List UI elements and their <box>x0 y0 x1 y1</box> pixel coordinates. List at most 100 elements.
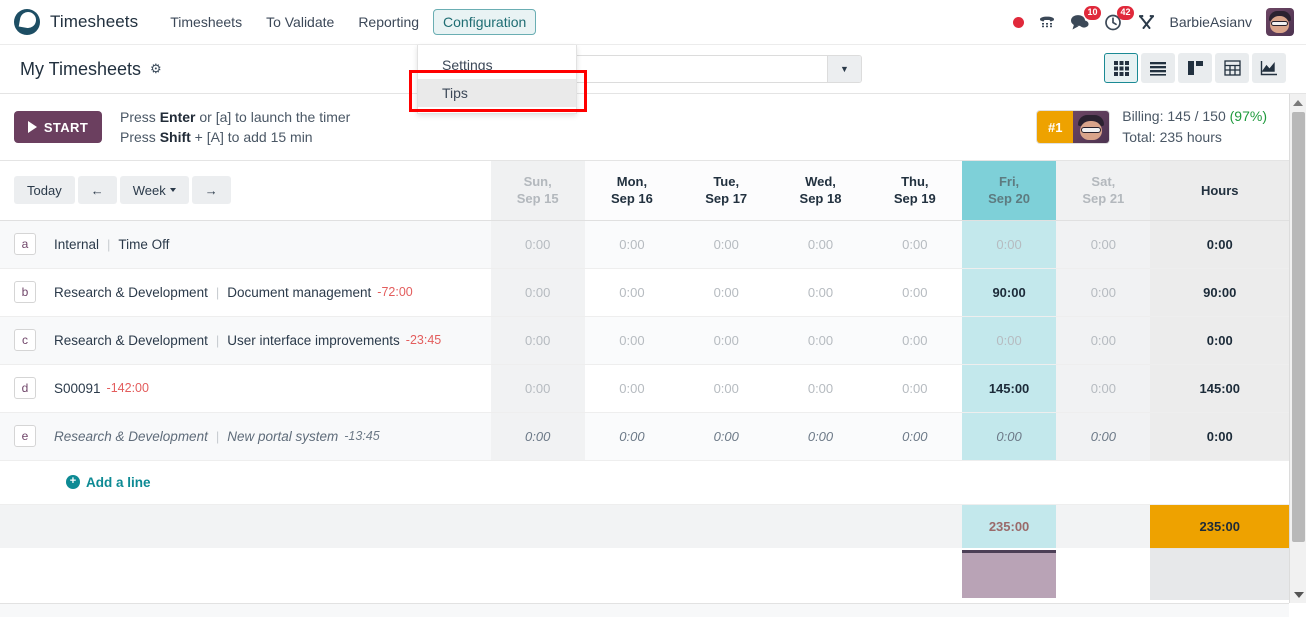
cell-sun[interactable]: 0:00 <box>490 316 585 365</box>
cell-sun[interactable]: 0:00 <box>490 364 585 413</box>
cell-tue[interactable]: 0:00 <box>679 364 774 413</box>
cell-sun[interactable]: 0:00 <box>490 412 585 461</box>
table-row[interactable]: b Research & Development | Document mana… <box>0 268 1289 317</box>
add-line-button[interactable]: + Add a line <box>0 475 491 490</box>
row-task[interactable]: User interface improvements <box>227 333 400 348</box>
scroll-down-arrow-icon[interactable] <box>1290 586 1306 603</box>
scrollbar-thumb[interactable] <box>1292 112 1305 542</box>
row-remaining: -72:00 <box>377 285 413 299</box>
cell-wed[interactable]: 0:00 <box>773 268 868 317</box>
cell-sun[interactable]: 0:00 <box>490 220 585 269</box>
cell-wed[interactable]: 0:00 <box>773 220 868 269</box>
record-dot-icon[interactable] <box>1012 16 1024 28</box>
cell-sat[interactable]: 0:00 <box>1056 364 1151 413</box>
cell-mon[interactable]: 0:00 <box>584 364 680 413</box>
start-timer-button[interactable]: START <box>14 111 102 143</box>
col-dow: Wed, <box>805 174 836 190</box>
start-button-label: START <box>43 119 89 135</box>
col-date: Sep 18 <box>799 191 842 207</box>
grid-view-icon[interactable] <box>1104 53 1138 83</box>
scroll-up-arrow-icon[interactable] <box>1290 94 1306 111</box>
cell-sat[interactable]: 0:00 <box>1056 268 1151 317</box>
cell-mon[interactable]: 0:00 <box>584 268 680 317</box>
table-row[interactable]: e Research & Development | New portal sy… <box>0 412 1289 461</box>
row-project[interactable]: Research & Development <box>54 333 208 348</box>
username-label[interactable]: BarbieAsianv <box>1170 14 1253 30</box>
rank-card[interactable]: #1 <box>1036 110 1111 144</box>
cell-thu[interactable]: 0:00 <box>867 364 962 413</box>
cell-value: 0:00 <box>807 236 834 252</box>
col-header-thu: Thu, Sep 19 <box>867 161 962 221</box>
row-project[interactable]: Internal <box>54 237 99 252</box>
nav-item-reporting[interactable]: Reporting <box>348 9 429 35</box>
user-avatar-icon[interactable] <box>1266 8 1294 36</box>
cell-thu[interactable]: 0:00 <box>867 220 962 269</box>
cell-fri[interactable]: 90:00 <box>961 268 1057 317</box>
dialpad-icon[interactable] <box>1038 13 1056 31</box>
nav-item-timesheets[interactable]: Timesheets <box>160 9 252 35</box>
cell-tue[interactable]: 0:00 <box>679 220 774 269</box>
cell-sat[interactable]: 0:00 <box>1056 412 1151 461</box>
table-row[interactable]: d S00091 -142:00 0:00 0:00 0:00 0:00 0:0… <box>0 364 1289 413</box>
row-key-badge: e <box>14 425 36 447</box>
cell-fri[interactable]: 145:00 <box>961 364 1057 413</box>
nav-item-to-validate[interactable]: To Validate <box>256 9 344 35</box>
chart-thu <box>867 548 962 600</box>
cell-mon[interactable]: 0:00 <box>584 316 680 365</box>
cell-thu[interactable]: 0:00 <box>867 412 962 461</box>
kanban-view-icon[interactable] <box>1178 53 1212 83</box>
arrow-left-icon[interactable]: ← <box>77 176 117 205</box>
brand[interactable]: Timesheets <box>0 9 138 35</box>
row-task[interactable]: Time Off <box>118 237 169 252</box>
row-label-cell: d S00091 -142:00 <box>0 364 491 413</box>
cell-wed[interactable]: 0:00 <box>773 412 868 461</box>
row-task[interactable]: New portal system <box>227 429 338 444</box>
cell-fri[interactable]: 0:00 <box>961 316 1057 365</box>
gear-icon[interactable]: ⚙ <box>150 61 162 77</box>
cell-thu[interactable]: 0:00 <box>867 268 962 317</box>
cell-sat[interactable]: 0:00 <box>1056 316 1151 365</box>
vertical-scrollbar[interactable] <box>1289 94 1306 603</box>
pivot-view-icon[interactable] <box>1215 53 1249 83</box>
wrench-tools-icon[interactable] <box>1137 13 1156 31</box>
cell-value: 0:00 <box>902 380 928 396</box>
cell-tue[interactable]: 0:00 <box>679 412 774 461</box>
search-dropdown-toggle[interactable]: ▼ <box>827 56 861 82</box>
cell-wed[interactable]: 0:00 <box>773 364 868 413</box>
list-view-icon[interactable] <box>1141 53 1175 83</box>
menu-item-settings[interactable]: Settings <box>418 51 576 79</box>
cell-tue[interactable]: 0:00 <box>679 268 774 317</box>
cell-sun[interactable]: 0:00 <box>490 268 585 317</box>
cell-wed[interactable]: 0:00 <box>773 316 868 365</box>
row-task[interactable]: Document management <box>227 285 371 300</box>
cell-tue[interactable]: 0:00 <box>679 316 774 365</box>
cell-mon[interactable]: 0:00 <box>584 220 680 269</box>
clock-activity-icon[interactable]: 42 <box>1104 5 1134 32</box>
nav-item-configuration[interactable]: Configuration <box>433 9 537 35</box>
cell-fri[interactable]: 0:00 <box>961 412 1057 461</box>
row-remaining: -142:00 <box>106 381 149 395</box>
row-project[interactable]: Research & Development <box>54 285 208 300</box>
arrow-right-icon[interactable]: → <box>191 176 231 205</box>
today-button[interactable]: Today <box>14 176 75 205</box>
totals-row: 235:00 235:00 <box>0 503 1289 549</box>
row-project[interactable]: S00091 <box>54 381 101 396</box>
graph-view-icon[interactable] <box>1252 53 1286 83</box>
cell-sat[interactable]: 0:00 <box>1056 220 1151 269</box>
cell-value: 145:00 <box>988 380 1030 396</box>
col-dow: Fri, <box>998 174 1020 190</box>
row-label-cell: c Research & Development | User interfac… <box>0 316 491 365</box>
table-row[interactable]: a Internal | Time Off 0:00 0:00 0:00 0:0… <box>0 220 1289 269</box>
row-project[interactable]: Research & Development <box>54 429 208 444</box>
chat-bubble-icon[interactable]: 10 <box>1070 6 1101 31</box>
cell-thu[interactable]: 0:00 <box>867 316 962 365</box>
cell-fri[interactable]: 0:00 <box>961 220 1057 269</box>
period-select-week[interactable]: Week <box>119 176 189 205</box>
cell-mon[interactable]: 0:00 <box>584 412 680 461</box>
add-line-row: + Add a line <box>0 460 1289 505</box>
menu-item-tips[interactable]: Tips <box>418 79 576 107</box>
col-header-tue: Tue, Sep 17 <box>679 161 774 221</box>
caret-down-icon <box>169 188 176 193</box>
activities-badge: 42 <box>1117 5 1134 20</box>
table-row[interactable]: c Research & Development | User interfac… <box>0 316 1289 365</box>
